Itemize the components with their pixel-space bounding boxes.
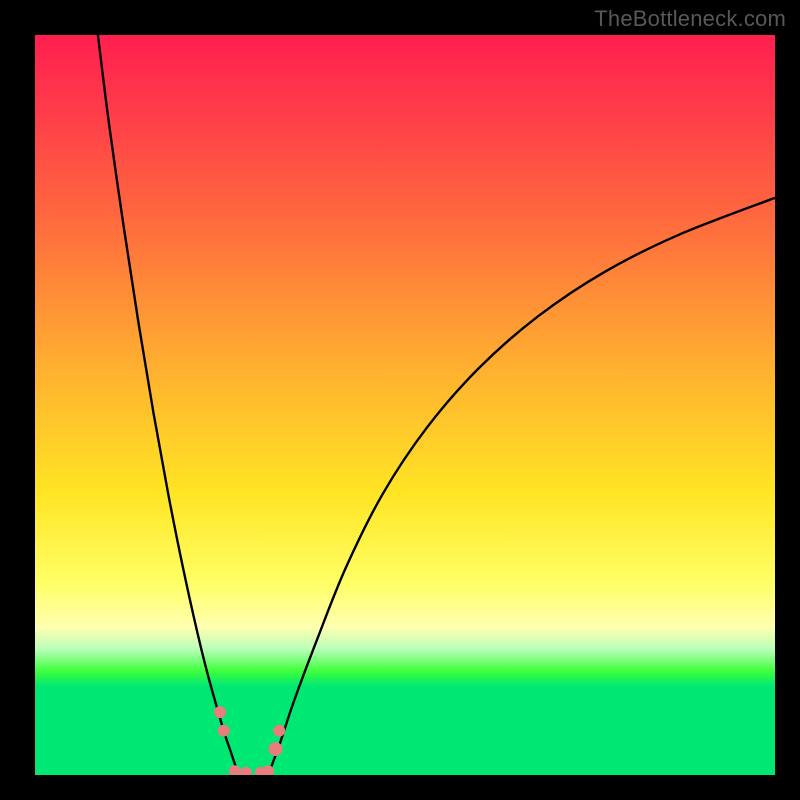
plot-area xyxy=(35,35,775,775)
left-branch-curve xyxy=(98,35,239,775)
marker-group xyxy=(214,706,285,775)
marker-point xyxy=(214,706,226,718)
marker-point xyxy=(229,765,241,775)
marker-point xyxy=(255,767,267,775)
marker-point xyxy=(240,767,252,775)
marker-point xyxy=(273,725,285,737)
marker-point xyxy=(218,725,230,737)
marker-point xyxy=(269,742,283,756)
right-branch-curve xyxy=(268,198,775,775)
marker-point xyxy=(262,765,274,775)
chart-frame: TheBottleneck.com xyxy=(0,0,800,800)
curves-svg xyxy=(35,35,775,775)
watermark-text: TheBottleneck.com xyxy=(594,6,786,32)
